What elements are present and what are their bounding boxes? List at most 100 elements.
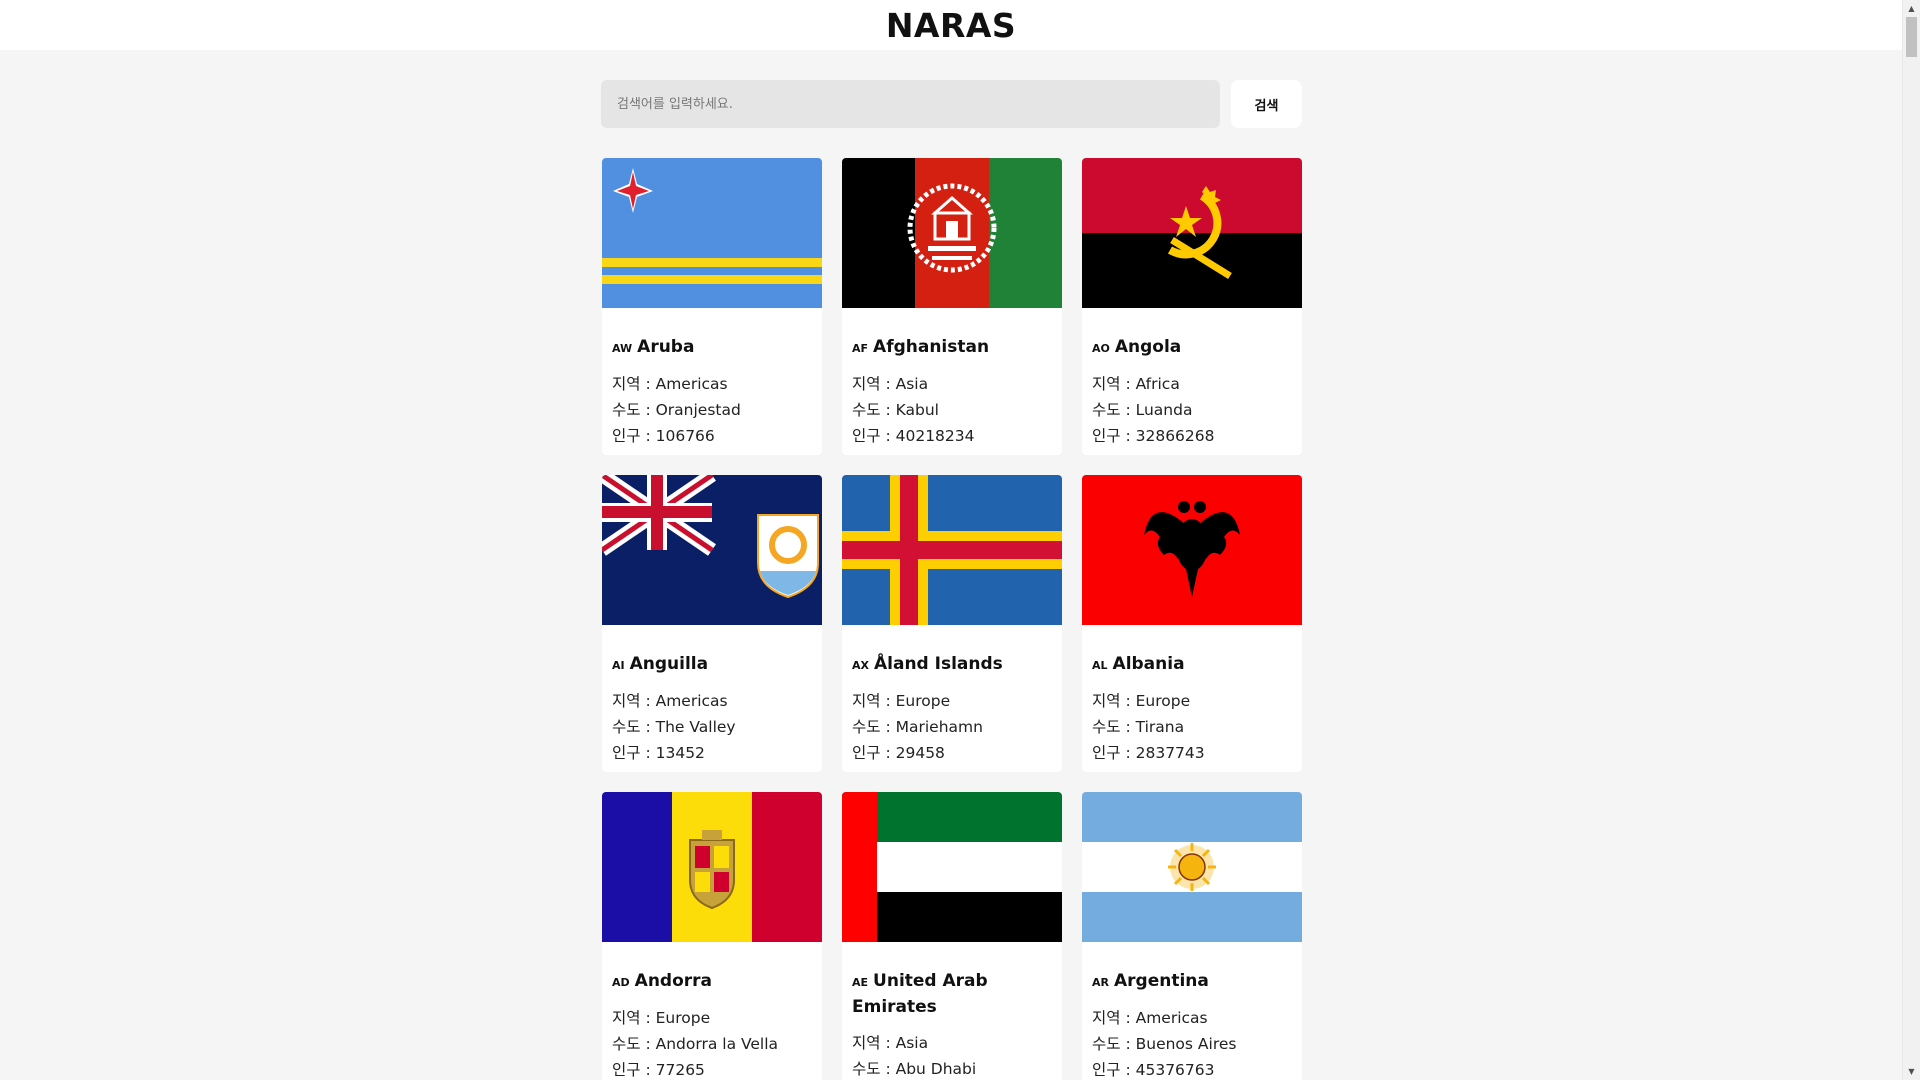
capital-row: 수도 : Luanda [1092,397,1292,423]
country-card[interactable]: AI Anguilla 지역 : Americas 수도 : The Valley… [602,475,822,772]
scroll-down-arrow-icon[interactable]: ▼ [1903,1063,1920,1080]
region-value: Americas [655,375,728,393]
andorra-flag-icon [602,792,822,942]
country-name: Argentina [1113,971,1209,991]
population-value: 45376763 [1135,1061,1215,1079]
country-code: AW [612,342,633,355]
capital-label: 수도 : [1092,718,1136,736]
country-code: AO [1092,342,1110,355]
capital-row: 수도 : Buenos Aires [1092,1031,1292,1057]
region-row: 지역 : Asia [852,371,1052,397]
country-info: 지역 : Europe 수도 : Tirana 인구 : 2837743 [1092,688,1292,766]
country-name-heading: AR Argentina [1092,969,1292,995]
population-label: 인구 : [612,427,656,445]
population-row: 인구 : 13452 [612,740,812,766]
country-info: 지역 : Asia 수도 : Abu Dhabi [852,1030,1052,1080]
region-value: Europe [895,692,951,710]
capital-label: 수도 : [852,401,896,419]
search-input[interactable] [601,80,1220,128]
country-card[interactable]: AX Åland Islands 지역 : Europe 수도 : Marieha… [842,475,1062,772]
angola-flag-icon [1082,158,1302,308]
population-value: 2837743 [1135,744,1205,762]
country-info: 지역 : Americas 수도 : The Valley 인구 : 13452 [612,688,812,766]
population-row: 인구 : 32866268 [1092,423,1292,449]
app-title[interactable]: NARAS [886,6,1016,45]
country-code: AF [852,342,869,355]
region-label: 지역 : [612,1009,656,1027]
region-label: 지역 : [852,1034,896,1052]
capital-value: Oranjestad [655,401,741,419]
card-body: AE United Arab Emirates 지역 : Asia 수도 : Ab… [842,942,1062,1080]
country-card[interactable]: AE United Arab Emirates 지역 : Asia 수도 : Ab… [842,792,1062,1080]
region-row: 지역 : Asia [852,1030,1052,1056]
country-name: Afghanistan [873,337,990,357]
region-value: Americas [655,692,728,710]
country-info: 지역 : Americas 수도 : Oranjestad 인구 : 10676… [612,371,812,449]
population-row: 인구 : 45376763 [1092,1057,1292,1080]
population-value: 40218234 [895,427,975,445]
country-name: Aruba [637,337,695,357]
region-value: Asia [895,375,929,393]
population-row: 인구 : 106766 [612,423,812,449]
population-row: 인구 : 40218234 [852,423,1052,449]
population-label: 인구 : [612,744,656,762]
afghanistan-flag-icon [842,158,1062,308]
country-card[interactable]: AO Angola 지역 : Africa 수도 : Luanda 인구 : 32… [1082,158,1302,455]
page: NARAS 검색 AW Aruba 지역 : Americas 수도 : Oran… [0,0,1920,1080]
capital-value: Buenos Aires [1135,1035,1237,1053]
vertical-scrollbar[interactable]: ▲ ▼ [1902,0,1920,1080]
region-label: 지역 : [1092,1009,1136,1027]
population-label: 인구 : [612,1061,656,1079]
country-name: Anguilla [629,654,709,674]
capital-label: 수도 : [852,718,896,736]
card-body: AW Aruba 지역 : Americas 수도 : Oranjestad 인구… [602,308,822,449]
country-code: AR [1092,976,1109,989]
country-code: AX [852,659,869,672]
country-info: 지역 : Europe 수도 : Andorra la Vella 인구 : 7… [612,1005,812,1080]
country-card[interactable]: AF Afghanistan 지역 : Asia 수도 : Kabul 인구 : … [842,158,1062,455]
card-body: AF Afghanistan 지역 : Asia 수도 : Kabul 인구 : … [842,308,1062,449]
population-label: 인구 : [852,744,896,762]
population-value: 32866268 [1135,427,1215,445]
capital-row: 수도 : Kabul [852,397,1052,423]
capital-value: The Valley [655,718,736,736]
country-card[interactable]: AL Albania 지역 : Europe 수도 : Tirana 인구 : 2… [1082,475,1302,772]
capital-row: 수도 : Andorra la Vella [612,1031,812,1057]
population-value: 77265 [655,1061,705,1079]
capital-label: 수도 : [612,401,656,419]
country-card[interactable]: AD Andorra 지역 : Europe 수도 : Andorra la Ve… [602,792,822,1080]
country-name: Åland Islands [874,654,1003,674]
albania-flag-icon [1082,475,1302,625]
capital-value: Andorra la Vella [655,1035,779,1053]
country-card[interactable]: AW Aruba 지역 : Americas 수도 : Oranjestad 인구… [602,158,822,455]
capital-row: 수도 : Tirana [1092,714,1292,740]
population-label: 인구 : [1092,744,1136,762]
scroll-up-arrow-icon[interactable]: ▲ [1903,0,1920,17]
country-name: Albania [1112,654,1185,674]
card-body: AX Åland Islands 지역 : Europe 수도 : Marieha… [842,625,1062,766]
scrollbar-thumb[interactable] [1906,17,1917,57]
capital-label: 수도 : [612,1035,656,1053]
country-name-heading: AX Åland Islands [852,652,1052,678]
population-row: 인구 : 2837743 [1092,740,1292,766]
country-list: AW Aruba 지역 : Americas 수도 : Oranjestad 인구… [602,158,1302,1080]
population-value: 13452 [655,744,705,762]
country-name-heading: AI Anguilla [612,652,812,678]
region-value: Europe [655,1009,711,1027]
population-label: 인구 : [1092,1061,1136,1079]
region-row: 지역 : Africa [1092,371,1292,397]
country-code: AD [612,976,630,989]
country-info: 지역 : Africa 수도 : Luanda 인구 : 32866268 [1092,371,1292,449]
country-code: AE [852,976,869,989]
country-name-heading: AW Aruba [612,335,812,361]
search-button[interactable]: 검색 [1231,80,1302,128]
capital-row: 수도 : Oranjestad [612,397,812,423]
region-row: 지역 : Europe [1092,688,1292,714]
region-row: 지역 : Europe [852,688,1052,714]
country-card[interactable]: AR Argentina 지역 : Americas 수도 : Buenos Ai… [1082,792,1302,1080]
population-label: 인구 : [852,427,896,445]
region-label: 지역 : [1092,375,1136,393]
region-row: 지역 : Americas [612,688,812,714]
country-name-heading: AL Albania [1092,652,1292,678]
region-label: 지역 : [612,692,656,710]
